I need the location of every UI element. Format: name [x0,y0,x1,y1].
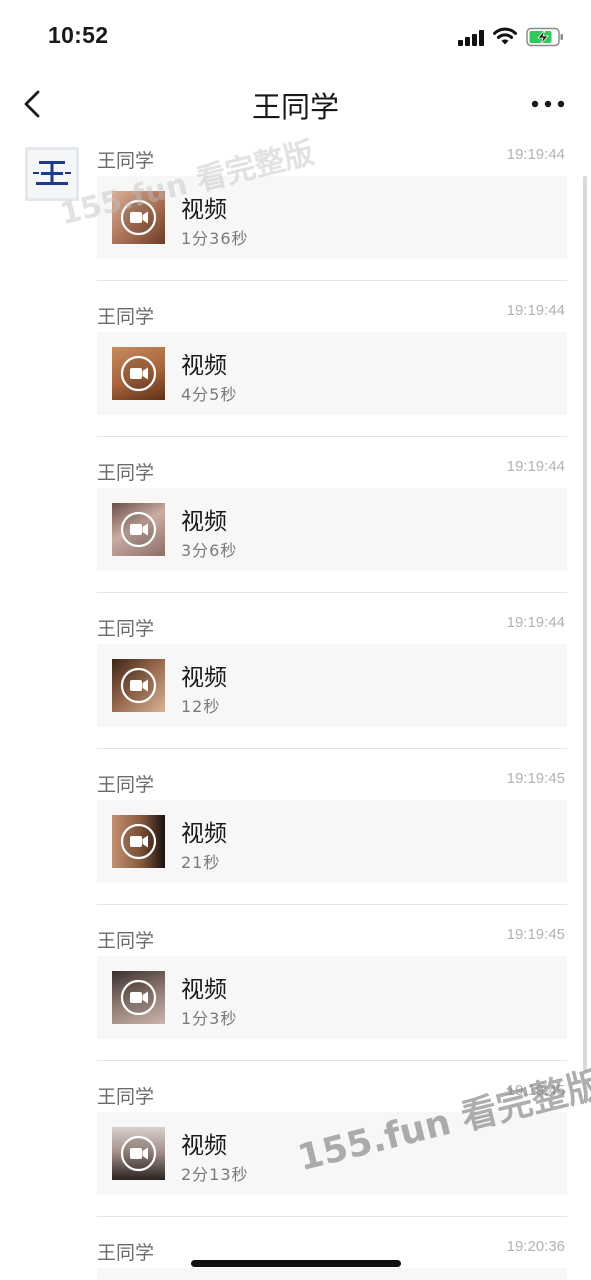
video-camera-icon [120,1135,157,1172]
video-label: 视频 [181,353,227,379]
video-duration: 1分36秒 [181,229,249,248]
cellular-signal-icon [458,30,486,46]
status-bar: 10:52 [0,0,591,72]
more-options-button[interactable] [530,94,566,114]
video-thumbnail [112,191,165,244]
list-item: 王同学 19:20:36 [97,1232,567,1280]
message-time: 19:19:45 [506,770,565,787]
wifi-icon [493,27,517,45]
video-thumbnail [112,659,165,712]
video-camera-icon [120,199,157,236]
message-time: 19:19:44 [506,146,565,163]
video-thumbnail [112,347,165,400]
divider [97,436,567,437]
list-item: 王同学 19:19:45 视频 1分3秒 [97,920,567,1076]
video-camera-icon [120,823,157,860]
divider [97,1216,567,1217]
sender-name: 王同学 [97,774,155,796]
navigation-bar: 王同学 [0,72,591,136]
video-duration: 12秒 [181,697,221,716]
list-item: 王同学 19:19:45 视频 21秒 [97,764,567,920]
video-label: 视频 [181,821,227,847]
message-time: 19:19:44 [506,302,565,319]
scrollbar[interactable] [583,176,587,1071]
video-thumbnail [112,971,165,1024]
avatar-logo-icon [25,147,79,201]
message-time: 19:19:45 [506,1082,565,1099]
divider [97,748,567,749]
video-thumbnail [112,815,165,868]
video-camera-icon [120,979,157,1016]
sender-name: 王同学 [97,1242,155,1264]
avatar[interactable] [25,147,79,201]
status-time: 10:52 [48,22,109,48]
video-message-card[interactable]: 视频 12秒 [97,644,567,727]
message-time: 19:19:44 [506,458,565,475]
list-item: 王同学 19:19:45 视频 2分13秒 [97,1076,567,1232]
video-camera-icon [120,667,157,704]
video-duration: 2分13秒 [181,1165,249,1184]
battery-charging-icon [526,27,563,47]
video-message-card[interactable]: 视频 21秒 [97,800,567,883]
video-thumbnail [112,1127,165,1180]
video-label: 视频 [181,977,227,1003]
video-message-card[interactable]: 视频 2分13秒 [97,1112,567,1195]
video-duration: 4分5秒 [181,385,238,404]
video-thumbnail [112,503,165,556]
list-item: 王同学 19:19:44 视频 1分36秒 [97,140,567,296]
list-item: 王同学 19:19:44 视频 12秒 [97,608,567,764]
video-message-card[interactable]: 视频 3分6秒 [97,488,567,571]
home-indicator[interactable] [191,1260,401,1267]
message-time: 19:19:44 [506,614,565,631]
sender-name: 王同学 [97,462,155,484]
sender-name: 王同学 [97,618,155,640]
divider [97,280,567,281]
message-time: 19:20:36 [506,1238,565,1255]
video-message-card[interactable]: 视频 4分5秒 [97,332,567,415]
sender-name: 王同学 [97,1086,155,1108]
video-camera-icon [120,355,157,392]
message-time: 19:19:45 [506,926,565,943]
video-label: 视频 [181,197,227,223]
list-item: 王同学 19:19:44 视频 3分6秒 [97,452,567,608]
video-label: 视频 [181,665,227,691]
video-message-card[interactable]: 视频 1分36秒 [97,176,567,259]
list-item: 王同学 19:19:44 视频 4分5秒 [97,296,567,452]
divider [97,1060,567,1061]
divider [97,592,567,593]
sender-name: 王同学 [97,150,155,172]
sender-name: 王同学 [97,306,155,328]
divider [97,904,567,905]
video-duration: 1分3秒 [181,1009,238,1028]
sender-name: 王同学 [97,930,155,952]
video-duration: 21秒 [181,853,221,872]
video-message-card[interactable] [97,1268,567,1280]
video-duration: 3分6秒 [181,541,238,560]
video-message-card[interactable]: 视频 1分3秒 [97,956,567,1039]
video-label: 视频 [181,509,227,535]
page-title: 王同学 [251,90,339,124]
video-label: 视频 [181,1133,227,1159]
video-camera-icon [120,511,157,548]
